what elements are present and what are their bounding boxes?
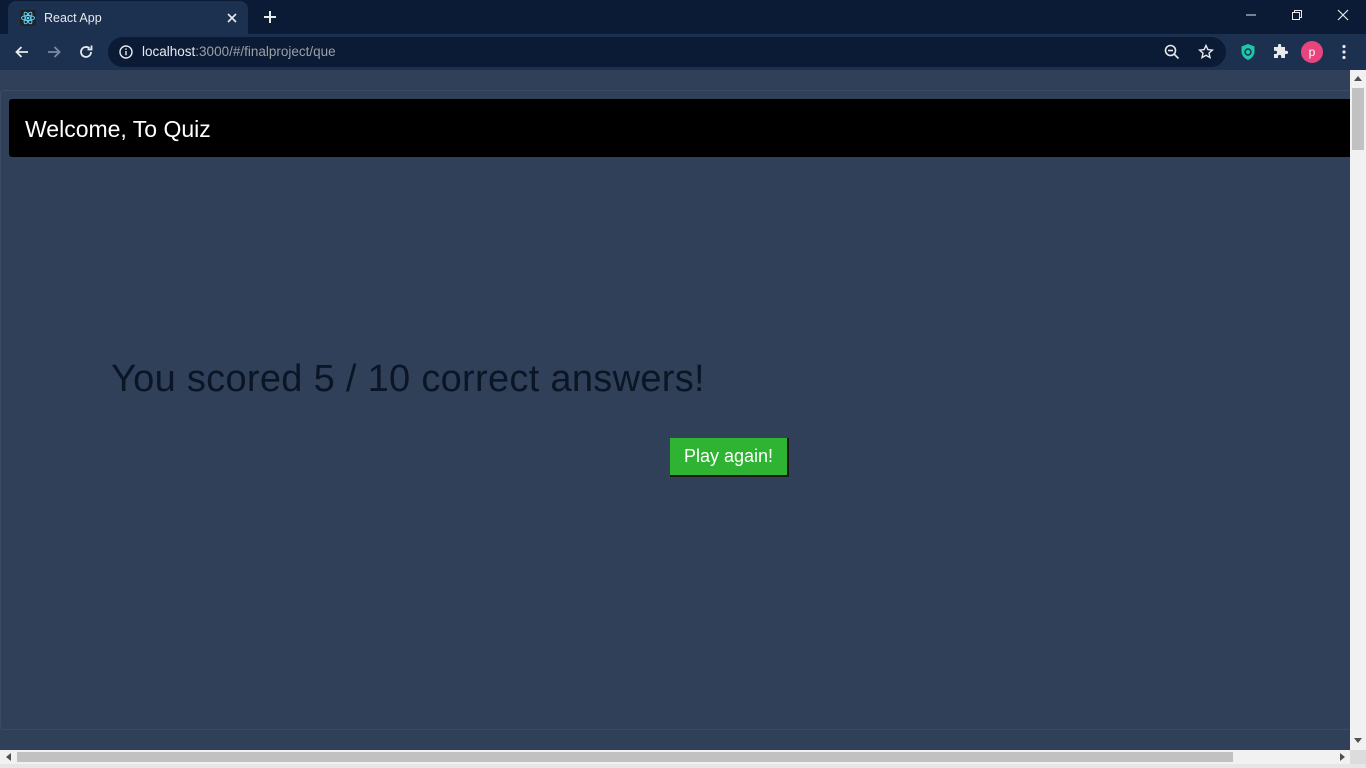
scroll-up-icon[interactable] bbox=[1350, 72, 1366, 84]
page-container bbox=[0, 90, 1350, 730]
vertical-scroll-thumb[interactable] bbox=[1352, 88, 1364, 150]
puzzle-icon[interactable] bbox=[1268, 40, 1292, 64]
scrollbar-corner bbox=[1350, 750, 1366, 764]
scroll-right-icon[interactable] bbox=[1336, 751, 1348, 763]
browser-toolbar: localhost:3000/#/finalproject/que p bbox=[0, 34, 1366, 70]
horizontal-scroll-thumb[interactable] bbox=[17, 752, 1233, 762]
score-message: You scored 5 / 10 correct answers! bbox=[111, 358, 705, 400]
url-path: :3000/#/finalproject/que bbox=[195, 44, 336, 59]
browser-titlebar: React App bbox=[0, 0, 1366, 34]
arrow-left-icon[interactable] bbox=[8, 38, 36, 66]
react-icon bbox=[20, 9, 36, 26]
minimize-icon[interactable] bbox=[1228, 0, 1274, 30]
vertical-scrollbar[interactable] bbox=[1350, 70, 1366, 750]
shield-icon[interactable] bbox=[1236, 40, 1260, 64]
info-icon[interactable] bbox=[118, 44, 134, 60]
arrow-right-icon[interactable] bbox=[40, 38, 68, 66]
plus-icon[interactable] bbox=[258, 5, 282, 29]
scroll-down-icon[interactable] bbox=[1350, 734, 1366, 746]
play-again-button[interactable]: Play again! bbox=[670, 438, 789, 477]
page-title: Welcome, To Quiz bbox=[25, 116, 211, 142]
close-icon[interactable] bbox=[220, 6, 244, 30]
profile-button[interactable]: p bbox=[1300, 40, 1324, 64]
avatar: p bbox=[1301, 41, 1323, 63]
horizontal-scrollbar[interactable] bbox=[0, 750, 1350, 764]
app-header: Welcome, To Quiz bbox=[9, 99, 1350, 157]
browser-tab[interactable]: React App bbox=[8, 1, 248, 34]
scroll-left-icon[interactable] bbox=[2, 751, 14, 763]
window-close-icon[interactable] bbox=[1320, 0, 1366, 30]
url-text: localhost:3000/#/finalproject/que bbox=[142, 44, 336, 59]
url-host: localhost bbox=[142, 44, 196, 59]
address-bar[interactable]: localhost:3000/#/finalproject/que bbox=[108, 37, 1226, 67]
taskbar-edge bbox=[0, 764, 1366, 768]
restore-icon[interactable] bbox=[1274, 0, 1320, 30]
star-icon[interactable] bbox=[1196, 42, 1216, 62]
zoom-out-icon[interactable] bbox=[1162, 42, 1182, 62]
tab-title: React App bbox=[44, 10, 102, 25]
reload-icon[interactable] bbox=[72, 38, 100, 66]
page-viewport: Welcome, To Quiz You scored 5 / 10 corre… bbox=[0, 70, 1350, 750]
kebab-menu-icon[interactable] bbox=[1332, 40, 1356, 64]
